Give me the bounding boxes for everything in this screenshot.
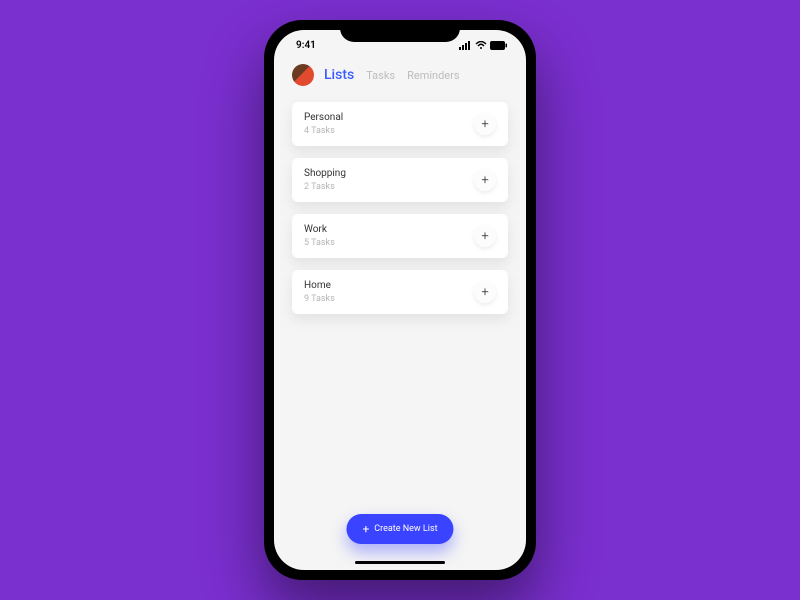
tab-reminders[interactable]: Reminders	[407, 69, 459, 82]
tab-tasks[interactable]: Tasks	[366, 69, 395, 82]
wifi-icon	[475, 41, 487, 50]
plus-icon: +	[481, 117, 488, 132]
tab-lists[interactable]: Lists	[324, 67, 354, 83]
create-new-list-button[interactable]: + Create New List	[346, 514, 453, 544]
list-subtitle: 2 Tasks	[304, 182, 346, 192]
list-subtitle: 4 Tasks	[304, 126, 343, 136]
tabs: Lists Tasks Reminders	[324, 67, 460, 83]
list-card-personal[interactable]: Personal 4 Tasks +	[292, 102, 508, 146]
list-title: Work	[304, 224, 335, 235]
battery-icon	[490, 41, 508, 50]
screen: 9:41 Lists Tasks Reminders Personal 4 Ta…	[274, 30, 526, 570]
list-subtitle: 5 Tasks	[304, 238, 335, 248]
phone-frame: 9:41 Lists Tasks Reminders Personal 4 Ta…	[264, 20, 536, 580]
signal-icon	[459, 41, 472, 50]
add-task-button[interactable]: +	[474, 169, 496, 191]
plus-icon: +	[481, 285, 488, 300]
list-title: Personal	[304, 112, 343, 123]
add-task-button[interactable]: +	[474, 113, 496, 135]
add-task-button[interactable]: +	[474, 225, 496, 247]
plus-icon: +	[481, 229, 488, 244]
list-card-home[interactable]: Home 9 Tasks +	[292, 270, 508, 314]
add-task-button[interactable]: +	[474, 281, 496, 303]
list-card-work[interactable]: Work 5 Tasks +	[292, 214, 508, 258]
avatar[interactable]	[292, 64, 314, 86]
plus-icon: +	[481, 173, 488, 188]
list-container: Personal 4 Tasks + Shopping 2 Tasks + Wo…	[274, 96, 526, 570]
create-button-label: Create New List	[374, 524, 437, 534]
list-title: Shopping	[304, 168, 346, 179]
header: Lists Tasks Reminders	[274, 60, 526, 96]
status-icons	[459, 41, 508, 50]
home-indicator[interactable]	[355, 561, 445, 564]
notch	[340, 20, 460, 42]
list-subtitle: 9 Tasks	[304, 294, 335, 304]
list-title: Home	[304, 280, 335, 291]
plus-icon: +	[362, 523, 369, 535]
status-time: 9:41	[296, 40, 316, 51]
list-card-shopping[interactable]: Shopping 2 Tasks +	[292, 158, 508, 202]
